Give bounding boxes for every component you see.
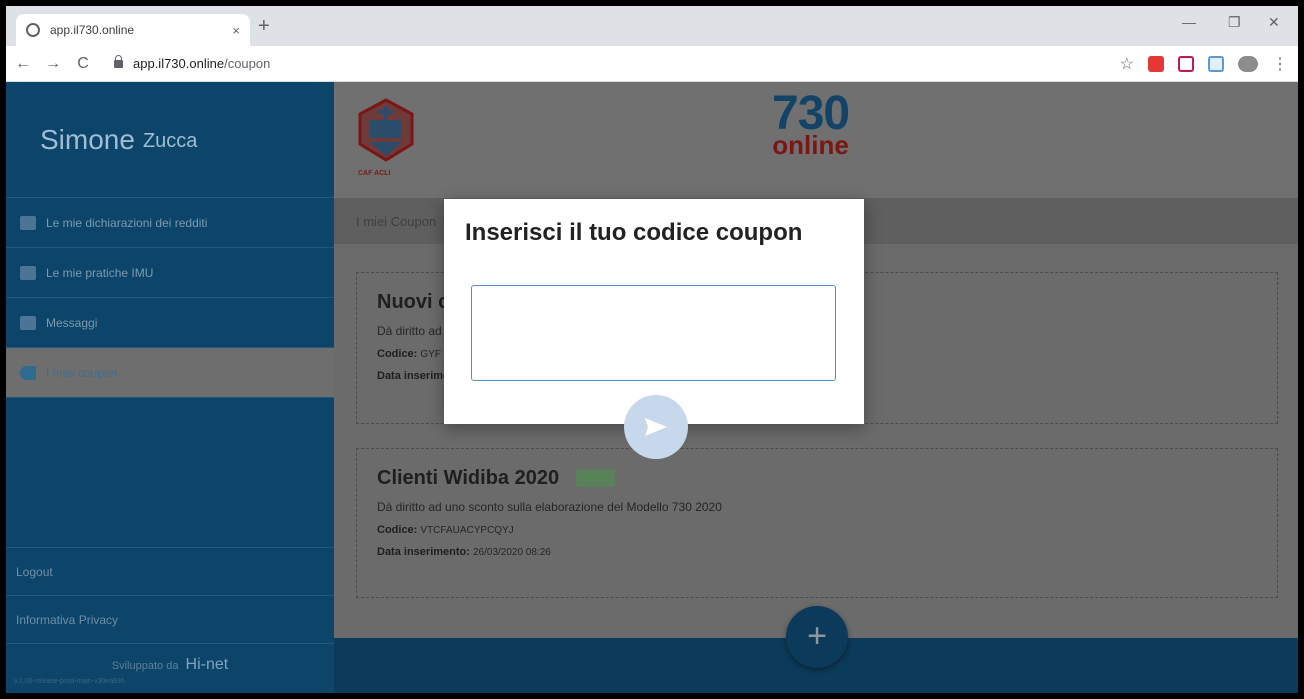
submit-coupon-button[interactable]	[624, 395, 688, 459]
coupon-title: Clienti Widiba 2020	[377, 467, 560, 489]
brand-word: online	[772, 130, 849, 160]
toolbar-icons: ☆ ⋮	[1120, 46, 1288, 82]
developer-credit: Sviluppato da Hi-net v.1.00-release-prod…	[6, 643, 334, 693]
coupon-card: Clienti Widiba 2020 Attivo Dà diritto ad…	[356, 448, 1278, 598]
sidebar-item-coupon[interactable]: I miei coupon	[6, 348, 334, 398]
coupon-date-label: Data inserimento:	[377, 546, 470, 558]
browser-menu-icon[interactable]: ⋮	[1272, 54, 1288, 74]
modal-title: Inserisci il tuo codice coupon	[465, 219, 803, 246]
tab-strip: app.il730.online × + — ❐ ✕	[6, 6, 1298, 46]
new-tab-button[interactable]: +	[258, 16, 270, 36]
bookmark-star-icon[interactable]: ☆	[1120, 54, 1134, 74]
status-badge: Attivo	[575, 469, 616, 487]
browser-window: app.il730.online × + — ❐ ✕ ← → C app.il7…	[6, 6, 1298, 693]
sidebar-item-label: I miei coupon	[46, 365, 118, 380]
developer-logo[interactable]: Hi-net	[186, 656, 229, 673]
developed-by-label: Sviluppato da	[111, 660, 179, 672]
sidebar-footer: Logout Informativa Privacy Sviluppato da…	[6, 547, 334, 693]
tab-close-icon[interactable]: ×	[232, 23, 240, 38]
house-icon	[20, 265, 36, 280]
coupon-date: 26/03/2020 08:26	[472, 547, 551, 558]
page-header: CAF ACLI 730 online	[334, 82, 1298, 198]
address-bar[interactable]: app.il730.online/coupon	[106, 50, 1156, 78]
sidebar-item-dichiarazioni[interactable]: Le mie dichiarazioni dei redditi	[6, 198, 334, 248]
coupon-code-input[interactable]	[471, 285, 836, 381]
caf-acli-logo	[358, 98, 414, 162]
coupon-description: Dà diritto ad uno sconto sulla elaborazi…	[377, 500, 722, 514]
add-coupon-button[interactable]: +	[786, 606, 848, 668]
send-icon	[645, 418, 667, 436]
logo-caption: CAF ACLI	[358, 170, 391, 177]
extension-icon[interactable]	[1148, 56, 1164, 72]
browser-tab[interactable]: app.il730.online ×	[16, 14, 250, 46]
coupon-date-row: Data inserimento: 26/03/2020 08:26	[377, 546, 1257, 558]
minimize-button[interactable]: —	[1182, 14, 1196, 30]
message-icon	[20, 315, 36, 330]
extension-icon[interactable]	[1178, 56, 1194, 72]
close-window-button[interactable]: ✕	[1268, 14, 1280, 31]
sidebar-item-label: Messaggi	[46, 315, 98, 330]
forward-button[interactable]: →	[40, 55, 66, 73]
coupon-code-label: Codice:	[377, 524, 418, 536]
coupon-code-label: Codice:	[377, 348, 418, 360]
user-name: Simone Zucca	[6, 82, 334, 198]
extension-icon[interactable]	[1208, 56, 1224, 72]
sidebar-item-label: Le mie pratiche IMU	[46, 265, 154, 280]
url-path: /coupon	[224, 56, 271, 71]
coupon-code: GYF	[420, 349, 441, 360]
coupon-modal: Inserisci il tuo codice coupon	[444, 199, 864, 459]
brand-730-online: 730 online	[772, 90, 850, 160]
user-first-name: Simone	[40, 123, 135, 155]
lock-icon	[114, 54, 123, 68]
sidebar: Simone Zucca Le mie dichiarazioni dei re…	[6, 82, 334, 693]
profile-avatar-icon[interactable]	[1238, 56, 1258, 72]
coupon-code-row: Codice: VTCFAUACYPCQYJ	[377, 524, 1257, 536]
tag-icon	[20, 365, 36, 380]
sidebar-item-messaggi[interactable]: Messaggi	[6, 298, 334, 348]
tab-title: app.il730.online	[50, 23, 135, 37]
reload-button[interactable]: C	[70, 55, 96, 73]
privacy-link[interactable]: Informativa Privacy	[6, 595, 334, 643]
version-text: v.1.00-release-prod-main-v30ea836	[14, 678, 125, 685]
tax-730-icon	[20, 215, 36, 230]
sidebar-item-imu[interactable]: Le mie pratiche IMU	[6, 248, 334, 298]
back-button[interactable]: ←	[10, 55, 36, 73]
restore-button[interactable]: ❐	[1228, 14, 1241, 31]
globe-icon	[26, 23, 40, 37]
browser-toolbar: ← → C app.il730.online/coupon ☆ ⋮	[6, 46, 1298, 82]
sidebar-item-label: Le mie dichiarazioni dei redditi	[46, 215, 208, 230]
url-host: app.il730.online	[133, 56, 225, 71]
coupon-code: VTCFAUACYPCQYJ	[420, 525, 514, 536]
logout-link[interactable]: Logout	[6, 547, 334, 595]
app-viewport: Simone Zucca Le mie dichiarazioni dei re…	[6, 82, 1298, 693]
user-last-name: Zucca	[142, 130, 198, 152]
